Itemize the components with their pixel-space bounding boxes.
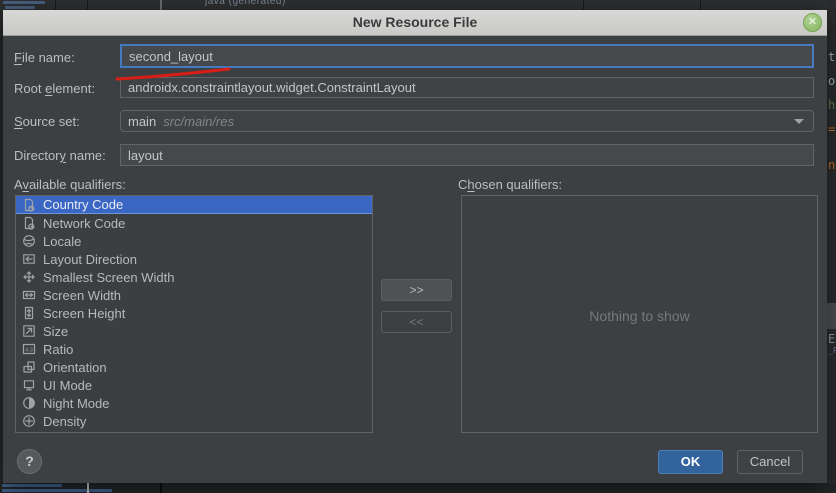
list-item-label: Screen Height <box>43 306 125 321</box>
svg-text:4:3: 4:3 <box>25 347 33 353</box>
divider <box>583 0 584 10</box>
screen-width-icon <box>22 288 36 302</box>
breadcrumb: java (generated) <box>205 0 286 7</box>
list-item[interactable]: Smallest Screen Width <box>16 268 372 286</box>
list-item[interactable]: Orientation <box>16 358 372 376</box>
ratio-icon: 4:3 <box>22 342 36 356</box>
close-icon[interactable]: ✕ <box>803 13 822 32</box>
background-ide-top-strip: java (generated) <box>0 0 836 10</box>
root-element-value: androidx.constraintlayout.widget.Constra… <box>128 80 416 95</box>
background-editor-strip: toh = n E_P <box>827 0 836 493</box>
directory-name-input[interactable]: layout <box>120 144 814 166</box>
divider <box>700 0 701 10</box>
editor-text-fragment: o <box>828 74 835 88</box>
list-item[interactable]: Network Code <box>16 214 372 232</box>
list-item-label: Smallest Screen Width <box>43 270 175 285</box>
editor-text-fragment: h <box>828 98 835 112</box>
add-qualifier-button[interactable]: >> <box>381 279 452 301</box>
chevron-down-icon[interactable] <box>794 119 804 124</box>
editor-text-fragment: E <box>828 332 835 346</box>
editor-text-fragment: n <box>828 158 835 172</box>
editor-text-fragment: = <box>828 122 835 136</box>
source-set-path: src/main/res <box>163 114 234 129</box>
list-item-label: UI Mode <box>43 378 92 393</box>
background-text-fragment <box>2 484 62 487</box>
divider <box>87 483 89 493</box>
list-item[interactable]: Country Code <box>16 196 372 214</box>
size-icon <box>22 324 36 338</box>
dialog-title: New Resource File <box>3 14 827 30</box>
remove-qualifier-button: << <box>381 311 452 333</box>
list-item[interactable]: Layout Direction <box>16 250 372 268</box>
country-code-icon <box>22 198 36 212</box>
list-item[interactable]: Night Mode <box>16 394 372 412</box>
chosen-qualifiers-panel[interactable]: Nothing to show <box>461 195 818 433</box>
scrollbar[interactable] <box>827 303 836 329</box>
list-item[interactable]: Screen Height <box>16 304 372 322</box>
help-button[interactable]: ? <box>17 449 42 474</box>
list-item-label: Network Code <box>43 216 125 231</box>
list-item-label: Night Mode <box>43 396 109 411</box>
orientation-icon <box>22 360 36 374</box>
list-item-label: Ratio <box>43 342 73 357</box>
dialog-titlebar[interactable]: New Resource File ✕ <box>3 10 827 36</box>
locale-icon <box>22 234 36 248</box>
empty-state-text: Nothing to show <box>462 308 817 324</box>
network-code-icon <box>22 216 36 230</box>
directory-name-value: layout <box>128 148 163 163</box>
divider <box>55 0 56 10</box>
source-set-label: Source set: <box>14 114 80 129</box>
screen-height-icon <box>22 306 36 320</box>
list-item-label: Size <box>43 324 68 339</box>
night-mode-icon <box>22 396 36 410</box>
editor-text-fragment: t <box>828 50 835 64</box>
source-set-combobox[interactable]: main src/main/res <box>120 110 814 132</box>
file-name-label: File name: <box>14 50 75 65</box>
list-item-label: Country Code <box>43 197 123 212</box>
dialog-body: File name: second_layout Root element: a… <box>3 36 827 483</box>
layout-direction-icon <box>22 252 36 266</box>
list-item-label: Screen Width <box>43 288 121 303</box>
editor-text-fragment: _P <box>828 346 836 355</box>
density-icon <box>22 414 36 428</box>
divider <box>160 0 162 10</box>
root-element-input[interactable]: androidx.constraintlayout.widget.Constra… <box>120 77 814 98</box>
new-resource-file-dialog: New Resource File ✕ File name: second_la… <box>3 10 827 483</box>
background-text-fragment <box>3 1 45 4</box>
list-item-label: Layout Direction <box>43 252 137 267</box>
background-ide-bottom-strip <box>0 483 836 493</box>
directory-name-label: Directory name: <box>14 148 106 163</box>
list-item-label: Locale <box>43 234 81 249</box>
list-item-label: Orientation <box>43 360 107 375</box>
available-qualifiers-label: Available qualifiers: <box>14 177 126 192</box>
ok-button[interactable]: OK <box>658 450 723 474</box>
available-qualifiers-list[interactable]: Country Code Network Code Locale Layout Dir… <box>15 195 373 433</box>
list-item[interactable]: Locale <box>16 232 372 250</box>
ui-mode-icon <box>22 378 36 392</box>
root-element-label: Root element: <box>14 81 95 96</box>
list-item[interactable]: UI Mode <box>16 376 372 394</box>
chosen-qualifiers-label: Chosen qualifiers: <box>458 177 562 192</box>
source-set-value: main <box>128 114 156 129</box>
file-name-input[interactable]: second_layout <box>120 44 814 68</box>
list-item[interactable]: Screen Width <box>16 286 372 304</box>
divider <box>160 483 162 493</box>
list-item-label: Density <box>43 414 86 429</box>
file-name-value: second_layout <box>129 49 213 64</box>
cancel-button[interactable]: Cancel <box>737 450 803 474</box>
list-item[interactable]: 4:3 Ratio <box>16 340 372 358</box>
divider <box>87 0 88 10</box>
background-text-fragment <box>5 6 35 9</box>
list-item[interactable]: Density <box>16 412 372 430</box>
background-text-fragment <box>2 489 112 492</box>
list-item[interactable]: Size <box>16 322 372 340</box>
smallest-screen-width-icon <box>22 270 36 284</box>
